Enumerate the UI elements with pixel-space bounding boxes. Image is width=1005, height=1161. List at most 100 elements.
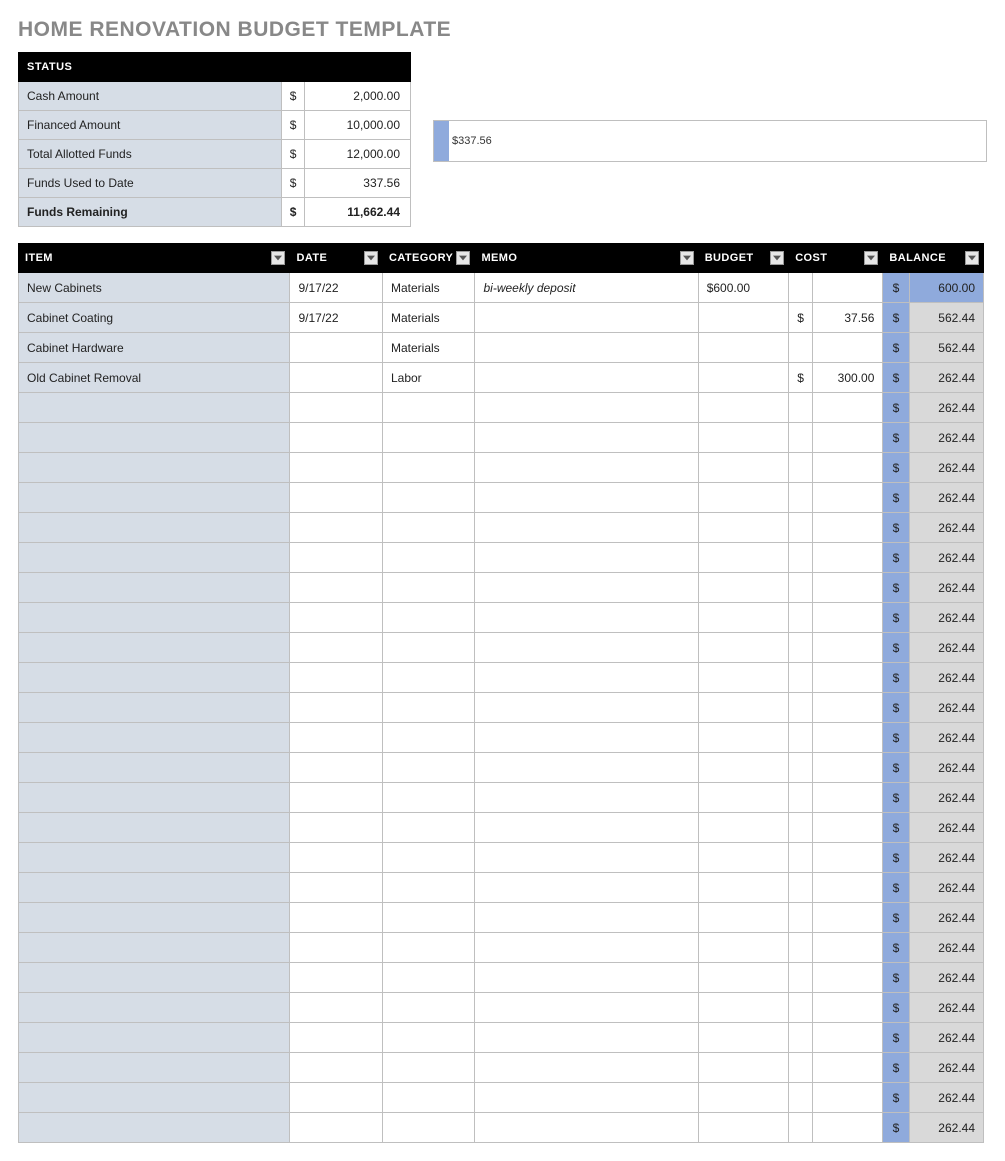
cell-item[interactable]: [19, 873, 290, 903]
cell-date[interactable]: [290, 333, 383, 363]
filter-dropdown-icon[interactable]: [680, 251, 694, 265]
cell-item[interactable]: [19, 393, 290, 423]
cell-item[interactable]: [19, 483, 290, 513]
cell-item[interactable]: [19, 453, 290, 483]
cell-budget[interactable]: [698, 663, 788, 693]
cell-cost[interactable]: [813, 573, 883, 603]
cell-cost[interactable]: [813, 933, 883, 963]
cell-cost[interactable]: [813, 513, 883, 543]
cell-item[interactable]: [19, 753, 290, 783]
cell-memo[interactable]: [475, 573, 698, 603]
cell-item[interactable]: [19, 843, 290, 873]
cell-memo[interactable]: [475, 303, 698, 333]
cell-category[interactable]: [382, 393, 475, 423]
cell-memo[interactable]: [475, 423, 698, 453]
cell-date[interactable]: [290, 483, 383, 513]
cell-category[interactable]: [382, 573, 475, 603]
cell-budget[interactable]: [698, 693, 788, 723]
filter-dropdown-icon[interactable]: [864, 251, 878, 265]
cell-item[interactable]: [19, 663, 290, 693]
cell-memo[interactable]: [475, 363, 698, 393]
cell-cost[interactable]: [813, 333, 883, 363]
column-header-date[interactable]: DATE: [290, 244, 383, 273]
status-value[interactable]: 12,000.00: [305, 140, 411, 169]
cell-cost[interactable]: 300.00: [813, 363, 883, 393]
cell-budget[interactable]: [698, 393, 788, 423]
cell-cost[interactable]: [813, 993, 883, 1023]
cell-budget[interactable]: [698, 933, 788, 963]
cell-item[interactable]: [19, 1023, 290, 1053]
cell-category[interactable]: [382, 453, 475, 483]
cell-item[interactable]: [19, 963, 290, 993]
cell-cost[interactable]: [813, 663, 883, 693]
filter-dropdown-icon[interactable]: [364, 251, 378, 265]
cell-date[interactable]: [290, 843, 383, 873]
cell-cost[interactable]: 37.56: [813, 303, 883, 333]
cell-memo[interactable]: [475, 873, 698, 903]
cell-memo[interactable]: [475, 453, 698, 483]
cell-cost[interactable]: [813, 423, 883, 453]
cell-budget[interactable]: [698, 753, 788, 783]
cell-memo[interactable]: [475, 663, 698, 693]
cell-budget[interactable]: [698, 363, 788, 393]
cell-cost[interactable]: [813, 723, 883, 753]
cell-memo[interactable]: [475, 1053, 698, 1083]
cell-date[interactable]: [290, 633, 383, 663]
status-value[interactable]: 337.56: [305, 169, 411, 198]
cell-item[interactable]: New Cabinets: [19, 273, 290, 303]
cell-category[interactable]: [382, 423, 475, 453]
cell-memo[interactable]: [475, 1113, 698, 1143]
cell-budget[interactable]: [698, 633, 788, 663]
status-value[interactable]: 10,000.00: [305, 111, 411, 140]
cell-budget[interactable]: [698, 303, 788, 333]
cell-memo[interactable]: [475, 693, 698, 723]
cell-item[interactable]: Cabinet Hardware: [19, 333, 290, 363]
cell-budget[interactable]: [698, 513, 788, 543]
cell-memo[interactable]: [475, 603, 698, 633]
column-header-cost[interactable]: COST: [789, 244, 883, 273]
cell-budget[interactable]: [698, 603, 788, 633]
cell-date[interactable]: [290, 933, 383, 963]
cell-memo[interactable]: [475, 723, 698, 753]
cell-budget[interactable]: [698, 1053, 788, 1083]
cell-memo[interactable]: [475, 513, 698, 543]
cell-budget[interactable]: [698, 963, 788, 993]
cell-budget[interactable]: [698, 843, 788, 873]
cell-category[interactable]: Materials: [382, 273, 475, 303]
cell-budget[interactable]: [698, 873, 788, 903]
cell-budget[interactable]: [698, 903, 788, 933]
cell-cost[interactable]: [813, 1053, 883, 1083]
cell-date[interactable]: [290, 453, 383, 483]
cell-budget[interactable]: [698, 813, 788, 843]
cell-category[interactable]: [382, 783, 475, 813]
cell-budget[interactable]: [698, 423, 788, 453]
cell-memo[interactable]: [475, 903, 698, 933]
cell-date[interactable]: 9/17/22: [290, 303, 383, 333]
cell-item[interactable]: [19, 1083, 290, 1113]
cell-item[interactable]: [19, 933, 290, 963]
cell-budget[interactable]: [698, 453, 788, 483]
cell-category[interactable]: [382, 873, 475, 903]
cell-date[interactable]: [290, 753, 383, 783]
cell-item[interactable]: [19, 993, 290, 1023]
cell-cost[interactable]: [813, 543, 883, 573]
column-header-category[interactable]: CATEGORY: [382, 244, 475, 273]
cell-category[interactable]: [382, 993, 475, 1023]
status-label[interactable]: Financed Amount: [19, 111, 282, 140]
cell-date[interactable]: [290, 603, 383, 633]
cell-budget[interactable]: [698, 543, 788, 573]
cell-cost[interactable]: [813, 393, 883, 423]
status-value[interactable]: 11,662.44: [305, 198, 411, 227]
cell-cost[interactable]: [813, 753, 883, 783]
cell-cost[interactable]: [813, 783, 883, 813]
cell-category[interactable]: Materials: [382, 333, 475, 363]
column-header-budget[interactable]: BUDGET: [698, 244, 788, 273]
cell-memo[interactable]: [475, 393, 698, 423]
cell-item[interactable]: [19, 1053, 290, 1083]
cell-date[interactable]: [290, 963, 383, 993]
cell-item[interactable]: [19, 783, 290, 813]
cell-date[interactable]: [290, 1053, 383, 1083]
cell-date[interactable]: [290, 993, 383, 1023]
cell-budget[interactable]: [698, 723, 788, 753]
cell-memo[interactable]: [475, 543, 698, 573]
